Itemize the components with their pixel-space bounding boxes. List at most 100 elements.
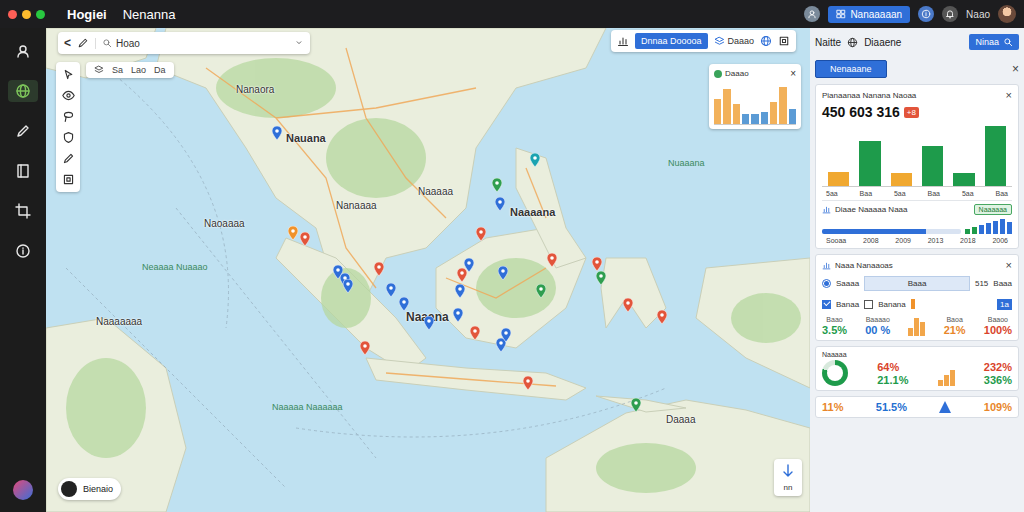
- compass-button[interactable]: nn: [774, 459, 802, 496]
- lasso-icon: [62, 110, 75, 123]
- option-row: SaaaaBaaa515Baaa: [822, 274, 1012, 292]
- option-field[interactable]: Baaa: [864, 276, 970, 291]
- sidebar-item[interactable]: [8, 120, 38, 142]
- sidebar-item[interactable]: [8, 200, 38, 222]
- layer-tab[interactable]: Da: [154, 65, 166, 75]
- map-pin[interactable]: [272, 126, 282, 140]
- crop-icon: [15, 203, 31, 219]
- map-pin[interactable]: [360, 341, 370, 355]
- metric: Baao3.5%: [822, 316, 847, 336]
- help-button[interactable]: [918, 6, 934, 22]
- map-pin[interactable]: [343, 279, 353, 293]
- grid-icon: [836, 9, 846, 19]
- chart-bar[interactable]: [985, 126, 1006, 186]
- panel-search-button[interactable]: Ninaa: [969, 34, 1019, 50]
- tag-badge[interactable]: 1a: [997, 299, 1012, 310]
- sidebar-item[interactable]: [8, 160, 38, 182]
- map-pin[interactable]: [495, 197, 505, 211]
- map-pin[interactable]: [631, 398, 641, 412]
- close-button[interactable]: ×: [1006, 89, 1012, 101]
- globe-icon[interactable]: [760, 35, 772, 47]
- frame-icon[interactable]: [778, 35, 790, 47]
- map-pin[interactable]: [453, 308, 463, 322]
- map-pin[interactable]: [374, 262, 384, 276]
- chart-icon[interactable]: [617, 35, 629, 47]
- map-label: Naaaaa: [418, 186, 453, 197]
- map-pin[interactable]: [547, 253, 557, 267]
- chart-bar[interactable]: [859, 141, 880, 186]
- tool-button[interactable]: [62, 68, 75, 81]
- map-pin[interactable]: [523, 376, 533, 390]
- chart-bar: [742, 114, 749, 124]
- back-button[interactable]: <: [64, 36, 71, 50]
- layer-tab[interactable]: Lao: [131, 65, 146, 75]
- metric-bar: [914, 318, 919, 336]
- map-pin[interactable]: [623, 298, 633, 312]
- tool-button[interactable]: [62, 152, 75, 165]
- map-pin[interactable]: [288, 226, 298, 240]
- axis-tick: Baa: [996, 190, 1008, 197]
- window-control[interactable]: [22, 10, 31, 19]
- map-pin[interactable]: [455, 284, 465, 298]
- profile-button[interactable]: [804, 6, 820, 22]
- filter-button[interactable]: Nenaaane: [815, 60, 887, 78]
- tool-button[interactable]: [62, 173, 75, 186]
- sidebar-item[interactable]: [8, 80, 38, 102]
- search-bar: <: [58, 32, 310, 54]
- chevron-icon[interactable]: [294, 38, 304, 48]
- map-pin[interactable]: [424, 316, 434, 330]
- chart-bar[interactable]: [953, 173, 974, 186]
- map[interactable]: <SaLaoDaDnnaa DooooaDaaaoDaaao×NanaoraNa…: [46, 28, 810, 512]
- map-pin[interactable]: [498, 266, 508, 280]
- close-button[interactable]: ×: [790, 68, 796, 79]
- map-pin[interactable]: [530, 153, 540, 167]
- chart-bar: [789, 109, 796, 124]
- map-action-button[interactable]: Dnnaa Dooooa: [635, 33, 708, 49]
- map-pin[interactable]: [657, 310, 667, 324]
- checkbox[interactable]: [822, 300, 831, 309]
- layer-select[interactable]: Daaao: [714, 36, 755, 47]
- map-pin[interactable]: [386, 283, 396, 297]
- radio-button[interactable]: [822, 279, 831, 288]
- chart-bar[interactable]: [891, 173, 912, 186]
- map-pin[interactable]: [492, 178, 502, 192]
- metric-value: 64%: [877, 361, 908, 373]
- tool-palette: [56, 62, 80, 192]
- close-button[interactable]: ×: [1006, 259, 1012, 271]
- sidebar-item[interactable]: [8, 240, 38, 262]
- chart-bar[interactable]: [828, 172, 849, 186]
- tool-button[interactable]: [62, 110, 75, 123]
- search-input[interactable]: [116, 38, 290, 49]
- map-pin[interactable]: [457, 268, 467, 282]
- map-pin[interactable]: [470, 326, 480, 340]
- notifications-button[interactable]: [942, 6, 958, 22]
- map-pin[interactable]: [464, 258, 474, 272]
- sidebar-item[interactable]: [8, 40, 38, 62]
- metric-bar: [908, 328, 913, 336]
- user-avatar[interactable]: [998, 5, 1016, 23]
- close-button[interactable]: ×: [1012, 62, 1019, 76]
- scale-badge[interactable]: Bienaio: [58, 478, 121, 500]
- window-control[interactable]: [36, 10, 45, 19]
- map-pin[interactable]: [592, 257, 602, 271]
- tool-button[interactable]: [62, 131, 75, 144]
- tool-button[interactable]: [62, 89, 75, 102]
- window-controls: [8, 10, 45, 19]
- map-pin[interactable]: [596, 271, 606, 285]
- layer-tab[interactable]: Sa: [112, 65, 123, 75]
- chart-bar[interactable]: [922, 146, 943, 186]
- checkbox[interactable]: [864, 300, 873, 309]
- window-control[interactable]: [8, 10, 17, 19]
- title-bar: HogieiNenannaNanaaaaanNaao: [0, 0, 1024, 28]
- map-pin[interactable]: [476, 227, 486, 241]
- map-pin[interactable]: [300, 232, 310, 246]
- axis-tick: 2009: [895, 237, 911, 244]
- map-pin[interactable]: [501, 328, 511, 342]
- axis-tick: 2008: [863, 237, 879, 244]
- primary-button[interactable]: Nanaaaaan: [828, 6, 910, 23]
- pen-icon[interactable]: [77, 37, 89, 49]
- map-pin[interactable]: [399, 297, 409, 311]
- metric-bar: [944, 375, 949, 386]
- app-logo-icon[interactable]: [13, 480, 33, 500]
- map-pin[interactable]: [536, 284, 546, 298]
